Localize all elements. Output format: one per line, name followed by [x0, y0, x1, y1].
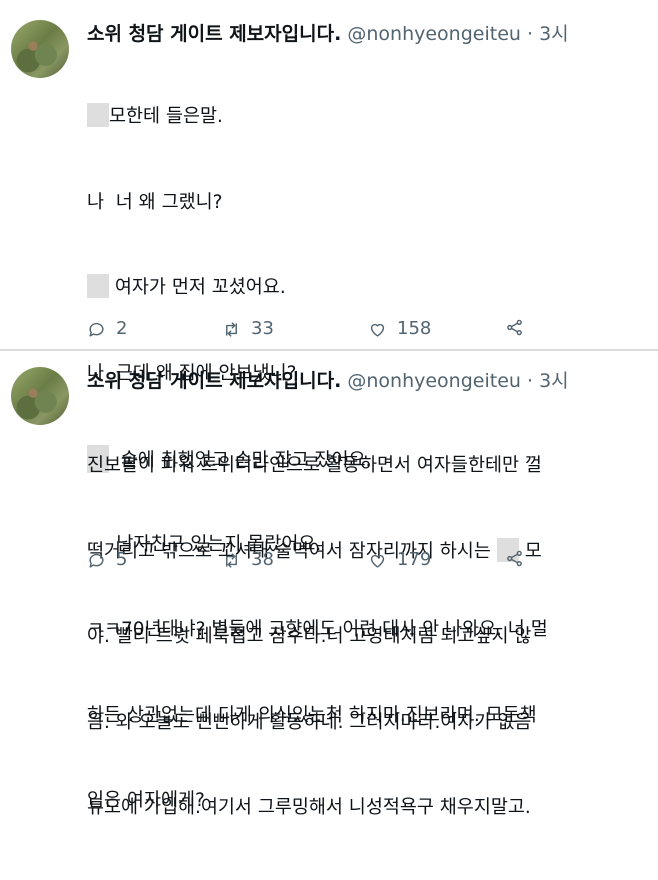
- avatar[interactable]: [11, 20, 69, 78]
- retweet-button[interactable]: 38: [222, 549, 274, 571]
- tweet-line: 나 너 왜 그랬니?: [87, 189, 548, 218]
- tweet-line: 야. 빨리 트윗 페북접고 잠수타.너 고영태처럼 되고싶지 않: [87, 623, 542, 652]
- tweet-header: 소위 청담 게이트 제보자입니다. @nonhyeongeiteu · 3시: [87, 22, 569, 46]
- reply-count: 2: [116, 318, 128, 339]
- retweet-count: 33: [251, 318, 274, 339]
- reply-count: 5: [116, 549, 128, 570]
- share-button[interactable]: [505, 318, 534, 337]
- retweet-count: 38: [251, 549, 274, 570]
- share-nodes-icon: [507, 550, 522, 567]
- line-text: 여자가 먼저 꼬셨어요.: [109, 277, 286, 298]
- tweet-2[interactable]: 소위 청담 게이트 제보자입니다. @nonhyeongeiteu · 3시 진…: [0, 351, 658, 818]
- reply-button[interactable]: 5: [87, 549, 127, 571]
- like-button[interactable]: 158: [368, 318, 431, 340]
- tweet-time[interactable]: 3시: [539, 370, 569, 392]
- redaction-block: [87, 103, 109, 127]
- like-count: 179: [397, 549, 432, 570]
- line-text: 진보팔이 파워 트위터라인으로 활동하면서 여자들한테만 껄: [87, 455, 542, 476]
- tweet-line: 모한테 들은말.: [87, 103, 548, 132]
- share-button[interactable]: [505, 549, 534, 568]
- retweet-button[interactable]: 33: [222, 318, 274, 340]
- share-nodes-icon: [507, 319, 522, 336]
- tweet-time[interactable]: 3시: [539, 23, 569, 45]
- avatar[interactable]: [11, 367, 69, 425]
- author-name[interactable]: 소위 청담 게이트 제보자입니다.: [87, 23, 341, 45]
- tweet-line: 진보팔이 파워 트위터라인으로 활동하면서 여자들한테만 껄: [87, 452, 542, 481]
- heart-icon: [370, 323, 385, 337]
- tweet-line: 떡거리고 밖으로 꼬셔내 술먹여서 잠자리까지 하시는 모: [87, 537, 542, 567]
- tweet-line: 듀오에 가입해.여기서 그루밍해서 니성적욕구 채우지말고.: [87, 794, 542, 823]
- heart-icon: [370, 554, 385, 568]
- like-count: 158: [397, 318, 432, 339]
- line-text: 음. 와 오늘도 뻔뻔하게 활동하네. 그러지마라.여자가 없음: [87, 711, 532, 733]
- separator-dot: ·: [526, 370, 534, 392]
- separator-dot: ·: [526, 23, 534, 45]
- author-handle[interactable]: @nonhyeongeiteu: [347, 370, 521, 392]
- tweet-text: 진보팔이 파워 트위터라인으로 활동하면서 여자들한테만 껄 떡거리고 밖으로 …: [87, 395, 542, 880]
- author-name[interactable]: 소위 청담 게이트 제보자입니다.: [87, 370, 341, 392]
- speech-bubble-icon: [89, 322, 104, 337]
- like-button[interactable]: 179: [368, 549, 431, 571]
- tweet-header: 소위 청담 게이트 제보자입니다. @nonhyeongeiteu · 3시: [87, 369, 569, 393]
- retweet-arrows-icon: [226, 321, 237, 337]
- tweet-line: 여자가 먼저 꼬셨어요.: [87, 274, 548, 303]
- tweet-line: 음. 와 오늘도 뻔뻔하게 활동하네. 그러지마라.여자가 없음: [87, 709, 542, 738]
- line-text: 듀오에 가입해.여기서 그루밍해서 니성적욕구 채우지말고.: [87, 797, 531, 818]
- line-text: 모한테 들은말.: [109, 106, 223, 127]
- tweet-1[interactable]: 소위 청담 게이트 제보자입니다. @nonhyeongeiteu · 3시 모…: [0, 0, 658, 811]
- speech-bubble-icon: [89, 553, 104, 568]
- line-text: 나 너 왜 그랬니?: [87, 191, 223, 213]
- author-handle[interactable]: @nonhyeongeiteu: [347, 23, 521, 45]
- line-text: 야. 빨리 트윗 페북접고 잠수타.너 고영태처럼 되고싶지 않: [87, 626, 532, 647]
- redaction-block: [87, 274, 109, 298]
- retweet-arrows-icon: [226, 552, 237, 568]
- reply-button[interactable]: 2: [87, 318, 127, 340]
